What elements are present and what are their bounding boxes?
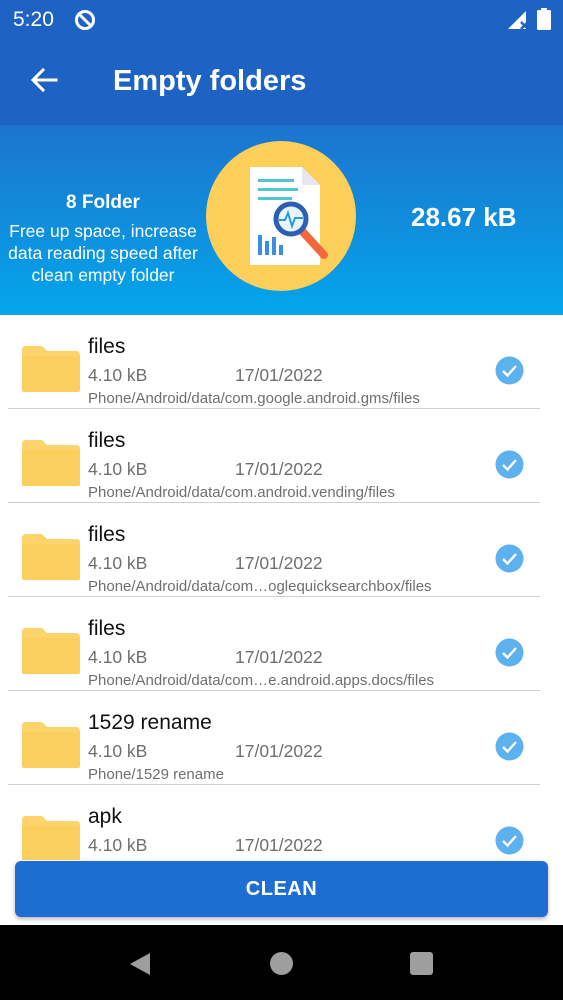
folder-name: apk (88, 805, 122, 828)
list-item[interactable]: 1529 rename 4.10 kB 17/01/2022 Phone/152… (0, 691, 563, 785)
system-nav-bar (0, 925, 563, 1000)
folder-icon (22, 346, 80, 392)
folder-date: 17/01/2022 (235, 835, 323, 855)
folder-icon (22, 534, 80, 580)
arrow-left-icon[interactable] (28, 64, 60, 96)
list-item[interactable]: files 4.10 kB 17/01/2022 Phone/Android/d… (0, 597, 563, 691)
page-title: Empty folders (113, 65, 307, 97)
checkmark-icon[interactable] (495, 450, 524, 479)
folder-icon (22, 440, 80, 486)
folder-path: Phone/1529 rename (88, 766, 224, 783)
status-time: 5:20 (13, 8, 54, 31)
folder-name: files (88, 523, 126, 546)
list-item[interactable]: files 4.10 kB 17/01/2022 Phone/Android/d… (0, 315, 563, 409)
checkmark-icon[interactable] (495, 356, 524, 385)
clean-button[interactable]: CLEAN (15, 861, 548, 917)
folder-date: 17/01/2022 (235, 741, 323, 761)
list-item[interactable]: apk 4.10 kB 17/01/2022 (0, 785, 563, 860)
folder-size: 4.10 kB (88, 553, 148, 573)
folder-count: 8 Folder (66, 192, 140, 213)
folder-list[interactable]: files 4.10 kB 17/01/2022 Phone/Android/d… (0, 315, 563, 860)
list-item[interactable]: files 4.10 kB 17/01/2022 Phone/Android/d… (0, 503, 563, 597)
folder-size: 4.10 kB (88, 741, 148, 761)
folder-path: Phone/Android/data/com…oglequicksearchbo… (88, 578, 432, 595)
list-item[interactable]: files 4.10 kB 17/01/2022 Phone/Android/d… (0, 409, 563, 503)
checkmark-icon[interactable] (495, 826, 524, 855)
folder-size: 4.10 kB (88, 835, 148, 855)
battery-icon (537, 8, 551, 30)
summary-text: 8 Folder Free up space, increase data re… (8, 191, 198, 286)
folder-size: 4.10 kB (88, 647, 148, 667)
folder-date: 17/01/2022 (235, 365, 323, 385)
folder-path: Phone/Android/data/com…e.android.apps.do… (88, 672, 435, 689)
folder-date: 17/01/2022 (235, 459, 323, 479)
recents-square-icon[interactable] (410, 952, 433, 975)
app-bar: Empty folders (0, 40, 563, 125)
document-search-icon (250, 167, 328, 265)
back-triangle-icon[interactable] (128, 951, 152, 977)
folder-icon (22, 722, 80, 768)
summary-description: Free up space, increase data reading spe… (8, 221, 198, 285)
checkmark-icon[interactable] (495, 544, 524, 573)
summary-banner: 8 Folder Free up space, increase data re… (0, 125, 563, 315)
folder-name: files (88, 429, 126, 452)
checkmark-icon[interactable] (495, 732, 524, 761)
dnd-icon (75, 10, 95, 30)
folder-name: files (88, 335, 126, 358)
folder-name: 1529 rename (88, 711, 212, 734)
folder-date: 17/01/2022 (235, 647, 323, 667)
total-size: 28.67 kB (411, 202, 517, 232)
folder-name: files (88, 617, 126, 640)
signal-icon (508, 11, 529, 30)
folder-date: 17/01/2022 (235, 553, 323, 573)
folder-path: Phone/Android/data/com.google.android.gm… (88, 390, 420, 407)
folder-icon (22, 816, 80, 860)
illustration-circle (206, 141, 356, 291)
folder-icon (22, 628, 80, 674)
folder-path: Phone/Android/data/com.android.vending/f… (88, 484, 395, 501)
home-circle-icon[interactable] (270, 952, 293, 975)
status-bar: 5:20 (0, 0, 563, 40)
folder-size: 4.10 kB (88, 459, 148, 479)
checkmark-icon[interactable] (495, 638, 524, 667)
folder-size: 4.10 kB (88, 365, 148, 385)
